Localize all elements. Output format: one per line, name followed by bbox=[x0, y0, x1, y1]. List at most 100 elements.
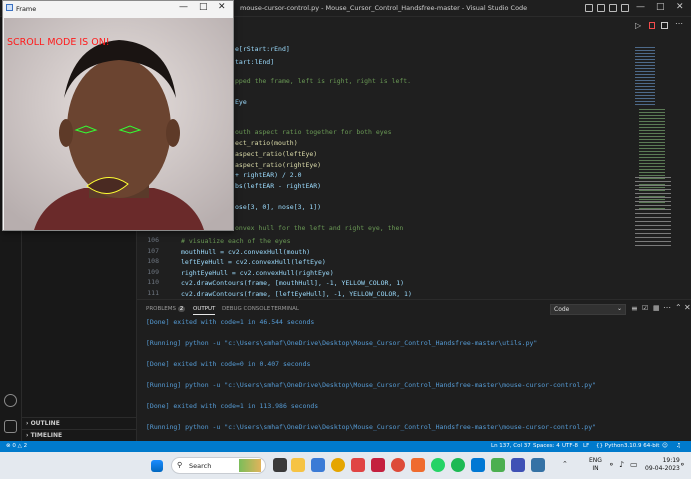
line-number: 108 bbox=[147, 257, 159, 265]
frame-maximize-icon[interactable]: □ bbox=[199, 2, 208, 12]
timeline-section[interactable]: › TIMELINE bbox=[22, 429, 137, 441]
customize-layout-icon[interactable] bbox=[621, 4, 629, 12]
split-editor-icon[interactable] bbox=[661, 22, 668, 29]
app-icon[interactable] bbox=[371, 458, 385, 472]
encoding[interactable]: UTF-8 bbox=[562, 443, 578, 449]
spotify-icon[interactable] bbox=[451, 458, 465, 472]
clear-output-icon[interactable]: ▦ bbox=[653, 304, 660, 312]
indentation[interactable]: Spaces: 4 bbox=[533, 443, 560, 449]
code-fragment: tart:lEnd] bbox=[235, 58, 275, 66]
stop-icon[interactable] bbox=[649, 22, 655, 29]
tab-terminal[interactable]: TERMINAL bbox=[271, 306, 299, 312]
language-indicator[interactable]: ENG IN bbox=[589, 457, 602, 473]
frame-close-icon[interactable]: ✕ bbox=[218, 2, 226, 12]
more-actions-icon[interactable]: ⋯ bbox=[663, 303, 671, 312]
code-fragment: bs(leftEAR - rightEAR) bbox=[235, 182, 322, 190]
file-explorer-icon[interactable] bbox=[291, 458, 305, 472]
clock[interactable]: 19:19 09-04-2023 bbox=[645, 457, 680, 473]
code-fragment: ose[3, 0], nose[3, 1]) bbox=[235, 203, 322, 211]
store-icon[interactable] bbox=[311, 458, 325, 472]
language-mode[interactable]: {} Python bbox=[596, 443, 624, 449]
outline-section[interactable]: › OUTLINE bbox=[22, 417, 137, 429]
search-highlight-icon bbox=[239, 459, 261, 472]
lock-icon[interactable]: ☑ bbox=[642, 304, 648, 312]
maximize-icon[interactable]: □ bbox=[656, 2, 665, 12]
minimap[interactable] bbox=[635, 47, 683, 247]
output-channel-select[interactable]: Code ⌄ bbox=[550, 304, 626, 315]
problems-status[interactable]: ⊗ 0 △ 2 bbox=[6, 443, 27, 449]
task-view-icon[interactable] bbox=[273, 458, 287, 472]
code-fragment: Eye bbox=[235, 98, 247, 106]
notification-bell-icon[interactable]: ⚬ bbox=[679, 460, 686, 469]
minimize-icon[interactable]: — bbox=[636, 2, 645, 12]
chevron-down-icon: ⌄ bbox=[616, 305, 622, 312]
run-icon[interactable]: ▷ bbox=[635, 21, 641, 30]
output-line: [Running] python -u "c:\Users\smhaf\OneD… bbox=[146, 381, 597, 389]
close-icon[interactable]: ✕ bbox=[676, 2, 684, 12]
face-shape bbox=[67, 58, 171, 198]
code-line: cv2.drawContours(frame, [mouthHull], -1,… bbox=[181, 279, 405, 287]
line-number: 111 bbox=[147, 288, 159, 297]
windows-taskbar: ⚲ Search ⌃ ENG IN ⚬ ♪ ▭ 19:19 09-04-2023 ⚬ bbox=[0, 452, 691, 479]
code-fragment: onvex hull for the left and right eye, t… bbox=[235, 224, 404, 232]
code-line: # visualize each of the eyes bbox=[181, 237, 291, 245]
code-fragment: outh aspect ratio together for both eyes bbox=[235, 128, 392, 136]
vscode-icon[interactable] bbox=[471, 458, 485, 472]
taskbar-search[interactable]: ⚲ Search bbox=[171, 457, 266, 474]
output-panel: PROBLEMS 2 OUTPUT DEBUG CONSOLE TERMINAL… bbox=[137, 299, 691, 441]
python-icon[interactable] bbox=[531, 458, 545, 472]
cursor-position[interactable]: Ln 137, Col 37 bbox=[491, 443, 531, 449]
code-line: leftEyeHull = cv2.convexHull(leftEye) bbox=[181, 258, 326, 266]
code-fragment: ect_ratio(mouth) bbox=[235, 139, 298, 147]
code-line: cv2.drawContours(frame, [leftEyeHull], -… bbox=[181, 289, 412, 298]
code-line: mouthHull = cv2.convexHull(mouth) bbox=[181, 247, 311, 256]
status-bar: ⊗ 0 △ 2 Ln 137, Col 37 Spaces: 4 UTF-8 L… bbox=[0, 441, 691, 452]
outline-label: OUTLINE bbox=[30, 420, 60, 427]
app-icon[interactable] bbox=[511, 458, 525, 472]
more-actions-icon[interactable]: ⋯ bbox=[675, 19, 683, 28]
window-title: mouse-cursor-control.py - Mouse_Cursor_C… bbox=[240, 4, 528, 12]
frame-window[interactable]: Frame — □ ✕ SCROLL MODE IS ON! bbox=[2, 0, 234, 231]
frame-minimize-icon[interactable]: — bbox=[179, 2, 188, 12]
app-icon[interactable] bbox=[411, 458, 425, 472]
toggle-sidebar-icon[interactable] bbox=[585, 4, 593, 12]
close-panel-icon[interactable]: ✕ bbox=[684, 303, 691, 312]
whatsapp-icon[interactable] bbox=[431, 458, 445, 472]
output-line: [Running] python -u "c:\Users\smhaf\OneD… bbox=[146, 339, 538, 347]
maximize-panel-icon[interactable]: ⌃ bbox=[675, 303, 682, 312]
toggle-panel-icon[interactable] bbox=[597, 4, 605, 12]
feedback-icon[interactable]: ☺ bbox=[662, 443, 668, 449]
toggle-secondary-sidebar-icon[interactable] bbox=[609, 4, 617, 12]
wifi-icon[interactable]: ⚬ bbox=[608, 460, 615, 469]
tab-debug-console[interactable]: DEBUG CONSOLE bbox=[222, 306, 270, 312]
start-icon[interactable] bbox=[151, 460, 163, 472]
filter-lines-icon[interactable]: ≡ bbox=[631, 304, 638, 313]
chrome-icon[interactable] bbox=[331, 458, 345, 472]
editor-actions: ▷ ⋯ bbox=[631, 17, 691, 33]
line-number: 110 bbox=[147, 278, 159, 286]
search-icon: ⚲ bbox=[177, 461, 183, 469]
chevron-up-icon[interactable]: ⌃ bbox=[562, 460, 568, 468]
volume-icon[interactable]: ♪ bbox=[619, 460, 624, 469]
app-icon[interactable] bbox=[351, 458, 365, 472]
chrome-icon[interactable] bbox=[391, 458, 405, 472]
app-icon[interactable] bbox=[491, 458, 505, 472]
code-line: rightEyeHull = cv2.convexHull(rightEye) bbox=[181, 268, 334, 277]
code-fragment: e[rStart:rEnd] bbox=[235, 45, 290, 53]
notifications-icon[interactable]: ♫ bbox=[676, 443, 681, 449]
camera-image bbox=[4, 18, 233, 230]
python-interpreter[interactable]: 3.10.9 64-bit bbox=[624, 443, 659, 449]
frame-title: Frame bbox=[16, 5, 37, 13]
tab-output[interactable]: OUTPUT bbox=[193, 306, 216, 315]
output-line: [Done] exited with code=1 in 113.986 sec… bbox=[146, 402, 319, 410]
frame-app-icon bbox=[6, 4, 13, 11]
account-icon[interactable] bbox=[4, 394, 17, 407]
code-fragment: aspect_ratio(rightEye) bbox=[235, 161, 322, 169]
line-ending[interactable]: LF bbox=[583, 443, 589, 449]
tab-problems[interactable]: PROBLEMS 2 bbox=[146, 306, 186, 312]
code-fragment: aspect_ratio(leftEye) bbox=[235, 150, 318, 158]
battery-icon[interactable]: ▭ bbox=[630, 460, 638, 469]
search-placeholder: Search bbox=[189, 462, 212, 470]
settings-gear-icon[interactable] bbox=[4, 420, 17, 433]
code-fragment: pped the frame, left is right, right is … bbox=[235, 77, 412, 85]
